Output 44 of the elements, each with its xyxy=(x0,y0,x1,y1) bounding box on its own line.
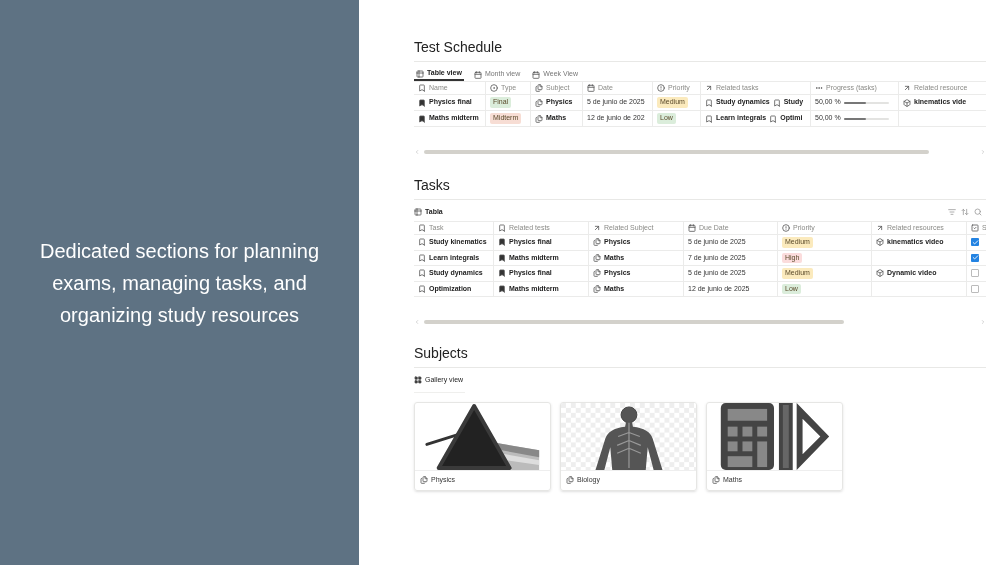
scroll-left-icon[interactable] xyxy=(414,149,420,155)
table-icon xyxy=(416,69,424,78)
grid-icon xyxy=(414,376,422,385)
section-title: Subjects xyxy=(414,344,986,368)
files-icon xyxy=(535,98,543,107)
scroll-right-icon[interactable] xyxy=(980,149,986,155)
files-icon xyxy=(535,114,543,123)
files-icon xyxy=(593,238,601,247)
checkbox[interactable] xyxy=(971,253,979,262)
section-title: Tasks xyxy=(414,176,986,200)
calendar-icon xyxy=(688,224,696,232)
files-icon xyxy=(535,84,543,92)
section-title: Test Schedule xyxy=(414,38,986,62)
sort-icon xyxy=(961,208,969,216)
calendar-icon xyxy=(532,70,541,79)
table-icon xyxy=(414,208,422,216)
files-icon xyxy=(593,269,601,278)
more-icon xyxy=(815,84,823,92)
cube-icon xyxy=(876,238,884,247)
arrow-icon xyxy=(705,84,713,92)
status-icon xyxy=(490,84,498,92)
files-icon xyxy=(420,476,428,484)
files-icon xyxy=(593,253,601,262)
files-icon xyxy=(593,284,601,293)
cube-icon xyxy=(876,269,884,278)
checkbox[interactable] xyxy=(971,269,979,278)
checkbox-icon xyxy=(971,224,979,232)
cube-icon xyxy=(903,98,911,107)
scroll-right-icon[interactable] xyxy=(980,319,986,325)
alert-icon xyxy=(782,224,790,232)
checkbox[interactable] xyxy=(971,284,979,293)
arrow-icon xyxy=(903,84,911,92)
promo-text: Dedicated sections for planning exams, managing tasks, and organizing study resources xyxy=(38,238,321,328)
filter-icon xyxy=(948,208,956,216)
alert-icon xyxy=(657,84,665,92)
scroll-left-icon[interactable] xyxy=(414,319,420,325)
files-icon xyxy=(566,476,574,484)
checkbox[interactable] xyxy=(971,238,979,247)
files-icon xyxy=(712,476,720,484)
calendar-icon xyxy=(587,84,595,92)
calendar-icon xyxy=(473,70,482,79)
arrow-icon xyxy=(593,224,601,232)
arrow-icon xyxy=(876,224,884,232)
search-icon xyxy=(974,208,982,216)
